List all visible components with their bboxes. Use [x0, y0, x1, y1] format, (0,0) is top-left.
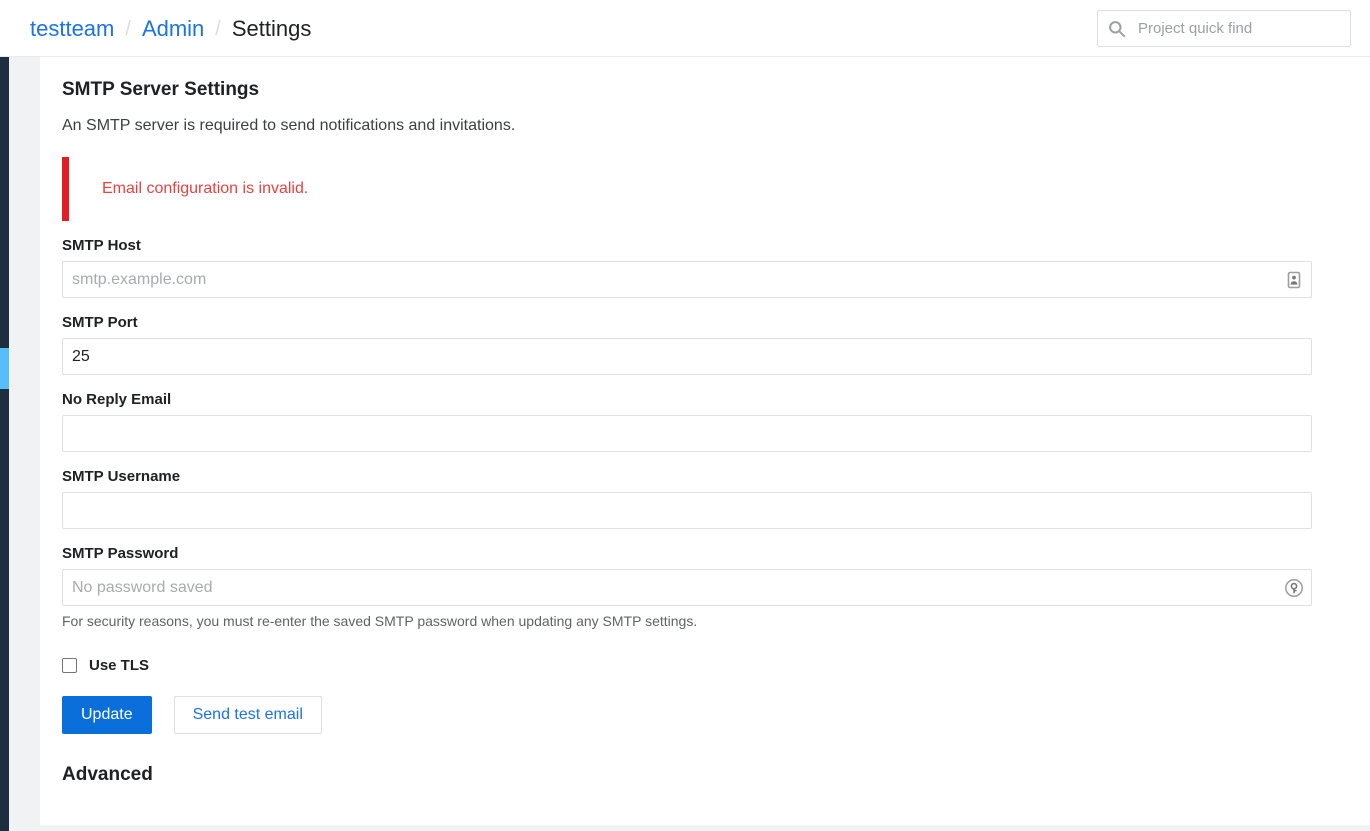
collapsed-sidebar-rail[interactable]	[0, 57, 9, 831]
form-actions: Update Send test email	[62, 696, 1352, 734]
admin-settings-page: testteam / Admin / Settings SMTP Server …	[0, 0, 1370, 831]
breadcrumb-separator-2: /	[215, 17, 221, 40]
label-smtp-port: SMTP Port	[62, 314, 138, 331]
use-tls-checkbox[interactable]	[62, 658, 77, 673]
use-tls-label[interactable]: Use TLS	[89, 657, 149, 674]
search-icon	[1108, 20, 1126, 38]
no-reply-email-input-wrap	[62, 415, 1312, 452]
smtp-host-input[interactable]	[62, 261, 1312, 298]
field-smtp-username: SMTP Username	[62, 468, 1352, 529]
smtp-username-input[interactable]	[62, 492, 1312, 529]
breadcrumb-separator-1: /	[125, 17, 131, 40]
no-reply-email-input[interactable]	[62, 415, 1312, 452]
smtp-password-help-text: For security reasons, you must re-enter …	[62, 613, 698, 629]
contact-card-icon[interactable]	[1284, 270, 1304, 290]
label-smtp-password: SMTP Password	[62, 545, 179, 562]
update-button[interactable]: Update	[62, 696, 152, 734]
smtp-username-input-wrap	[62, 492, 1312, 529]
breadcrumb-item-team[interactable]: testteam	[30, 17, 114, 40]
project-quick-find[interactable]	[1097, 10, 1351, 47]
section-description: An SMTP server is required to send notif…	[62, 117, 516, 134]
smtp-password-input-wrap	[62, 569, 1312, 606]
viewport-bottom-edge	[9, 825, 1370, 831]
alert-accent-bar	[62, 157, 69, 221]
smtp-password-input[interactable]	[62, 569, 1312, 606]
breadcrumb-item-admin[interactable]: Admin	[142, 17, 204, 40]
field-smtp-password: SMTP Password For security reasons, you …	[62, 545, 1352, 629]
sidebar-active-indicator	[0, 348, 9, 389]
smtp-port-input-wrap	[62, 338, 1312, 375]
alert-message: Email configuration is invalid.	[102, 180, 309, 197]
label-smtp-username: SMTP Username	[62, 468, 181, 485]
search-input[interactable]	[1138, 20, 1340, 37]
smtp-host-input-wrap	[62, 261, 1312, 298]
send-test-email-button[interactable]: Send test email	[173, 696, 322, 734]
field-smtp-port: SMTP Port	[62, 314, 1352, 375]
smtp-settings-form: SMTP Server Settings An SMTP server is r…	[62, 57, 1352, 786]
smtp-port-input[interactable]	[62, 338, 1312, 375]
key-icon[interactable]	[1284, 578, 1304, 598]
page-title: SMTP Server Settings	[62, 79, 260, 100]
use-tls-row[interactable]: Use TLS	[62, 657, 1352, 674]
field-no-reply-email: No Reply Email	[62, 391, 1352, 452]
label-no-reply-email: No Reply Email	[62, 391, 172, 408]
breadcrumb-item-settings: Settings	[231, 15, 312, 41]
breadcrumb: testteam / Admin / Settings	[30, 0, 311, 57]
top-header-bar: testteam / Admin / Settings	[0, 0, 1370, 57]
advanced-section-title: Advanced	[62, 764, 153, 785]
page-gutter	[9, 57, 40, 831]
field-smtp-host: SMTP Host	[62, 237, 1352, 298]
settings-content-area: SMTP Server Settings An SMTP server is r…	[40, 57, 1370, 831]
label-smtp-host: SMTP Host	[62, 237, 141, 254]
error-alert: Email configuration is invalid.	[62, 157, 1352, 221]
